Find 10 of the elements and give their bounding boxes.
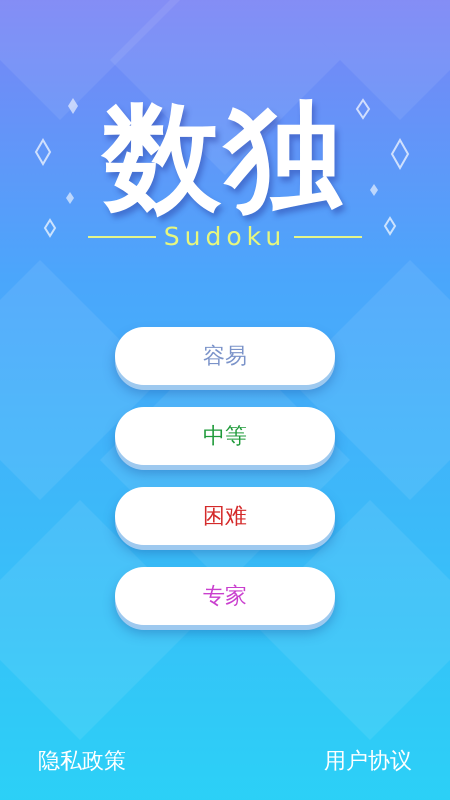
user-agreement-link[interactable]: 用户协议 (324, 745, 412, 778)
difficulty-button[interactable]: 困难 (115, 487, 335, 545)
difficulty-button[interactable]: 专家 (115, 567, 335, 625)
divider-line (88, 236, 156, 238)
privacy-policy-link[interactable]: 隐私政策 (38, 745, 126, 778)
difficulty-button[interactable]: 中等 (115, 407, 335, 465)
divider-line (294, 236, 362, 238)
app-title: 数独 (103, 98, 347, 216)
app-subtitle: Sudoku (164, 224, 286, 249)
difficulty-button[interactable]: 容易 (115, 327, 335, 385)
